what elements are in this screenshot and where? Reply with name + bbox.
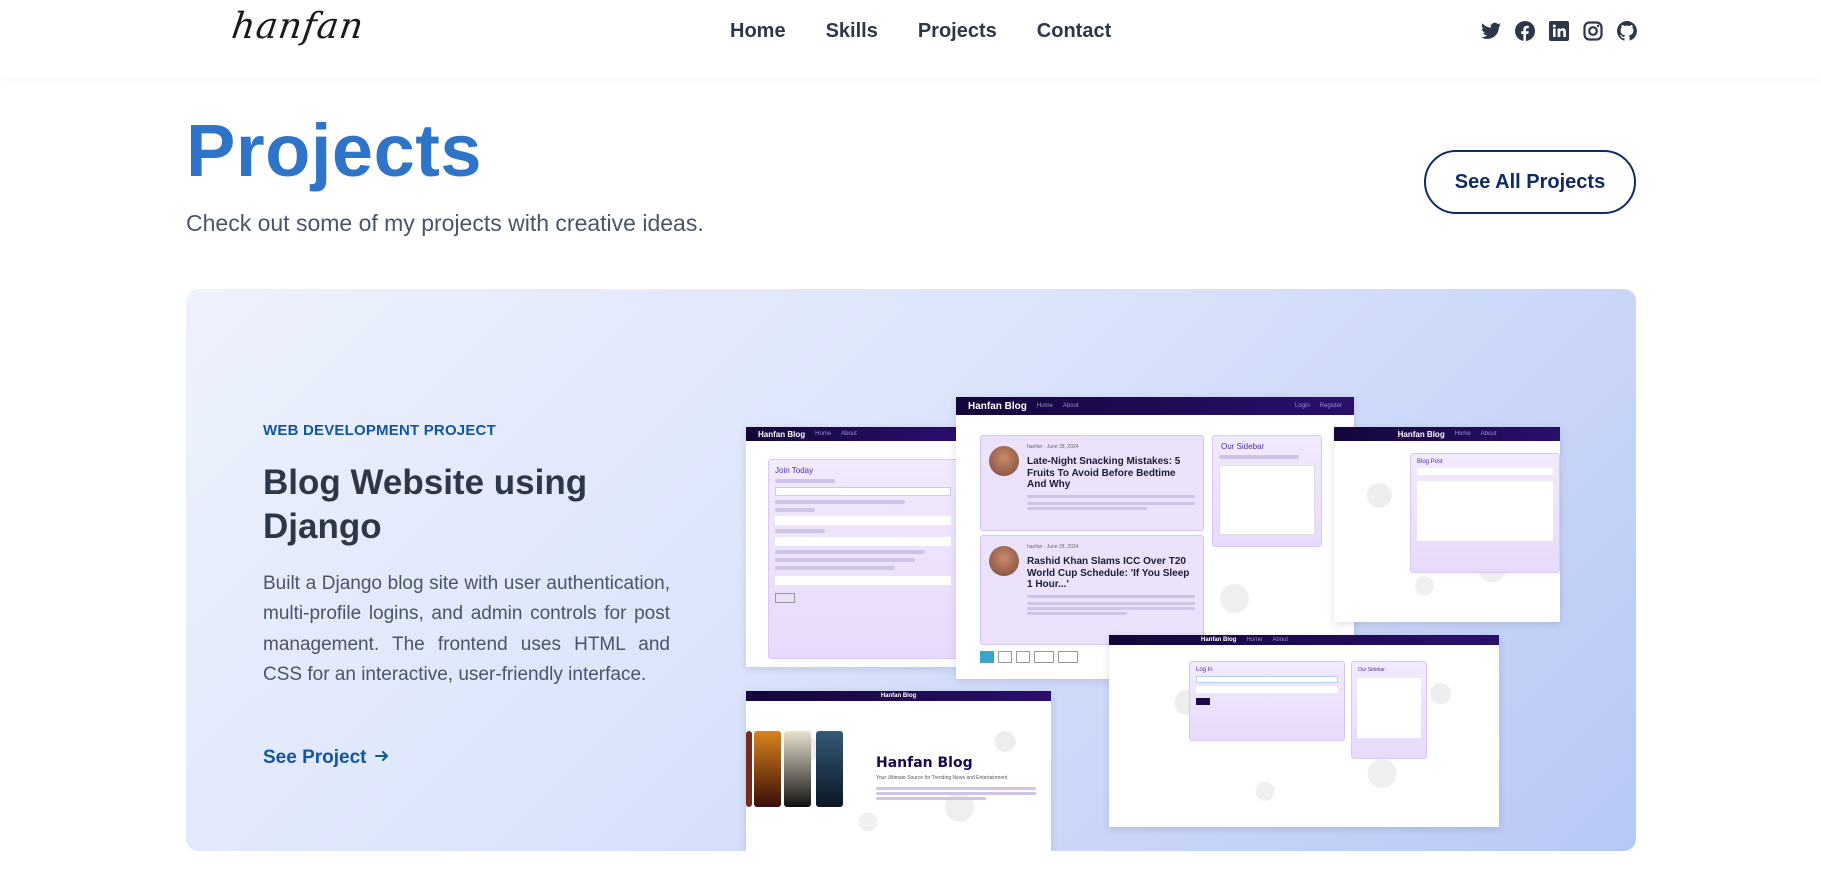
nav-link-projects[interactable]: Projects [918, 20, 997, 43]
facebook-icon[interactable] [1514, 20, 1536, 42]
preview-site-name-login: Hanfan Blog [1201, 637, 1237, 643]
page-subtitle: Check out some of my projects with creat… [186, 210, 704, 236]
see-project-label: See Project [263, 747, 367, 768]
project-card: WEB DEVELOPMENT PROJECT Blog Website usi… [186, 289, 1636, 851]
preview-site-name-post: Hanfan Blog [1397, 429, 1445, 439]
preview-post-2-title: Rashid Khan Slams ICC Over T20 World Cup… [1027, 556, 1190, 590]
linkedin-icon[interactable] [1548, 20, 1570, 42]
nav-link-skills[interactable]: Skills [826, 20, 878, 43]
preview-post-1: hanfan · June 28, 2024 Late-Night Snacki… [980, 435, 1204, 531]
project-title: Blog Website using Django [263, 463, 588, 546]
github-icon[interactable] [1616, 20, 1638, 42]
nav-link-home[interactable]: Home [730, 20, 786, 43]
navbar: hanfan Home Skills Projects Contact [0, 0, 1821, 78]
preview-new-post: Hanfan Blog Home About Blog Post [1334, 427, 1560, 622]
nav-links: Home Skills Projects Contact [730, 20, 1111, 43]
preview-post-1-title: Late-Night Snacking Mistakes: 5 Fruits T… [1027, 456, 1181, 490]
preview-login-sidebar-title: Our Sidebar [1358, 667, 1385, 673]
preview-site-name-hero: Hanfan Blog [880, 693, 917, 699]
preview-avatar [989, 446, 1019, 476]
preview-hero-tagline: Your Ultimate Source for Trending News a… [876, 775, 1008, 781]
social-links [1480, 20, 1638, 42]
preview-avatar-2 [989, 546, 1019, 576]
preview-site-name: Hanfan Blog [758, 429, 806, 439]
nav-link-contact[interactable]: Contact [1037, 20, 1111, 43]
logo[interactable]: hanfan [229, 6, 367, 47]
preview-login-page: Hanfan Blog Home About Log In Our Sidebar [1109, 635, 1499, 827]
preview-register-page: Hanfan Blog Home About Join Today [746, 427, 956, 667]
preview-login-title: Log In [1196, 667, 1213, 673]
see-project-link[interactable]: See Project [263, 747, 389, 769]
see-all-projects-button[interactable]: See All Projects [1424, 150, 1636, 214]
project-preview-collage: Hanfan Blog Home About Join Today Hanfan B… [746, 397, 1566, 851]
preview-sidebar: Our Sidebar [1212, 435, 1322, 547]
preview-hero-page: Hanfan Blog Hanfan Blog Your Ultimate So… [746, 691, 1051, 851]
preview-join-title: Join Today [775, 466, 814, 475]
preview-login-form: Log In [1189, 661, 1345, 741]
preview-register-form: Join Today [768, 459, 956, 659]
preview-post-form: Blog Post [1410, 453, 1560, 573]
preview-hero-title: Hanfan Blog [876, 755, 973, 771]
instagram-icon[interactable] [1582, 20, 1604, 42]
preview-login-sidebar: Our Sidebar [1351, 661, 1427, 759]
project-description: Built a Django blog site with user authe… [263, 573, 670, 686]
twitter-icon[interactable] [1480, 20, 1502, 42]
project-tag: WEB DEVELOPMENT PROJECT [263, 422, 496, 439]
arrow-right-icon [374, 747, 389, 769]
preview-post-2: hanfan · June 28, 2024 Rashid Khan Slams… [980, 535, 1204, 645]
preview-pagination [980, 651, 1078, 663]
page-title: Projects [186, 109, 483, 192]
preview-sidebar-title: Our Sidebar [1221, 442, 1265, 451]
preview-site-name-main: Hanfan Blog [968, 400, 1027, 412]
preview-blog-post-label: Blog Post [1417, 459, 1443, 465]
